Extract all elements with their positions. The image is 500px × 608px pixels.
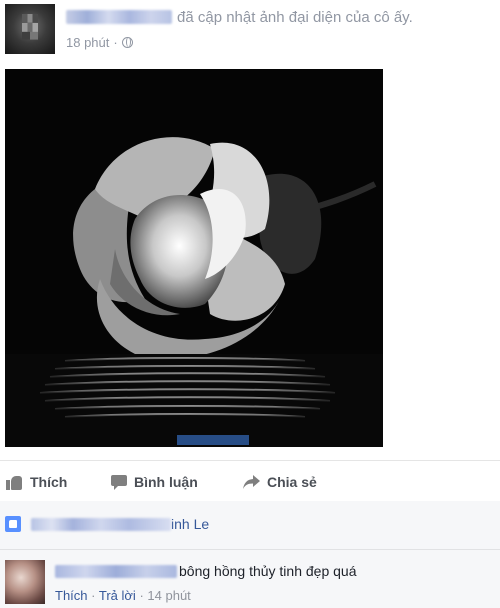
thumbs-up-icon: [6, 475, 23, 490]
comment-divider: [0, 549, 500, 550]
comment-meta: Thích · Trả lời · 14 phút: [55, 588, 191, 603]
comment-like-link[interactable]: Thích: [55, 588, 88, 603]
comment-icon: [111, 474, 127, 490]
comment-meta-separator-1: ·: [91, 588, 96, 603]
likes-summary[interactable]: inh Le: [5, 516, 209, 532]
globe-icon[interactable]: [121, 37, 133, 48]
post-action-text: đã cập nhật ảnh đại diện của cô ấy.: [177, 9, 413, 26]
meta-separator: ·: [113, 35, 118, 50]
post-photo[interactable]: [5, 69, 383, 447]
commenter-name-blurred[interactable]: [55, 565, 177, 578]
comment-meta-separator-2: ·: [139, 588, 144, 603]
comment-button[interactable]: Bình luận: [111, 472, 198, 492]
share-button[interactable]: Chia sẻ: [243, 472, 317, 492]
watermark-logo: [177, 435, 249, 445]
likers-names-tail[interactable]: inh Le: [171, 516, 209, 532]
likers-names-blurred[interactable]: [31, 517, 171, 531]
divider-top: [0, 460, 500, 461]
comment-label: Bình luận: [134, 474, 198, 490]
post-timestamp[interactable]: 18 phút: [66, 35, 109, 50]
like-badge-icon: [5, 516, 21, 532]
comment-reply-link[interactable]: Trả lời: [99, 588, 136, 603]
share-label: Chia sẻ: [267, 474, 317, 490]
commenter-avatar[interactable]: [5, 560, 45, 604]
poster-avatar[interactable]: [5, 4, 55, 54]
comment-time[interactable]: 14 phút: [147, 588, 190, 603]
like-label: Thích: [30, 474, 68, 490]
poster-name-blurred[interactable]: [66, 10, 172, 24]
share-arrow-icon: [243, 474, 260, 489]
post-meta: 18 phút ·: [66, 35, 133, 50]
comment-text: bông hồng thủy tinh đẹp quá: [179, 563, 357, 579]
like-button[interactable]: Thích: [6, 472, 67, 492]
